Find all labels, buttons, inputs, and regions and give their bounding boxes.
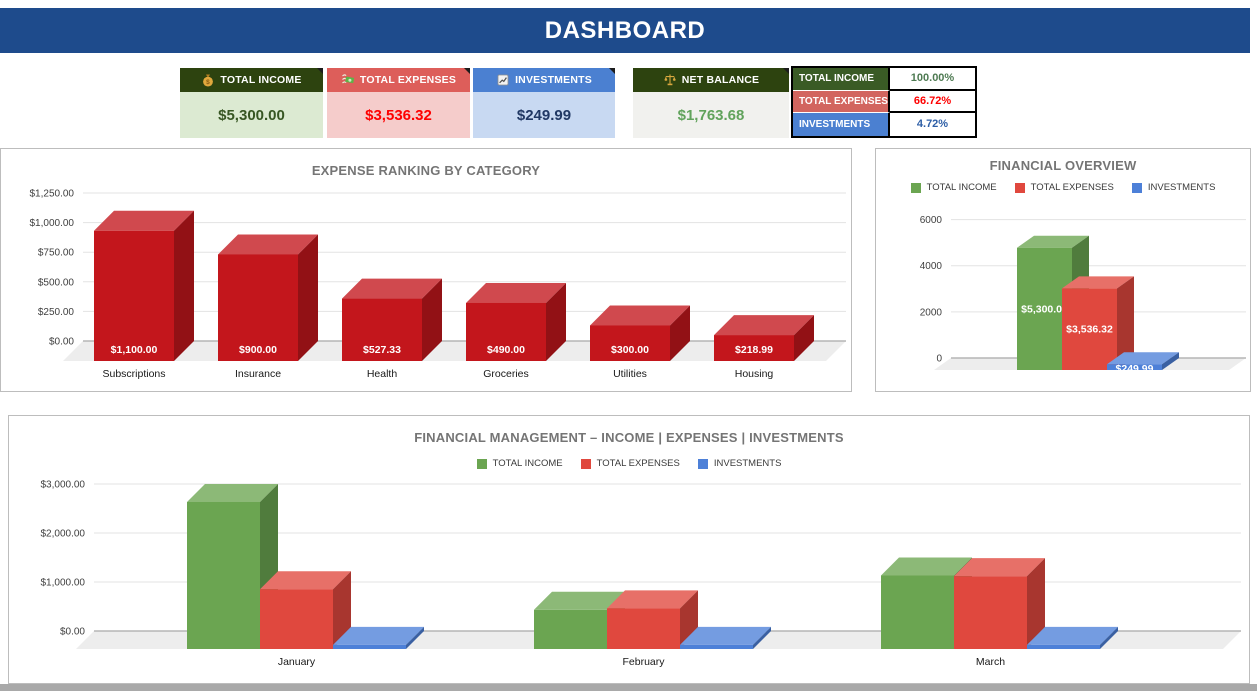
- svg-text:Utilities: Utilities: [613, 368, 647, 380]
- ratio-label-cell[interactable]: TOTAL INCOME: [793, 68, 890, 91]
- svg-text:$2,000.00: $2,000.00: [41, 529, 86, 540]
- kpi-label: NET BALANCE: [682, 74, 759, 86]
- svg-text:4000: 4000: [920, 261, 943, 272]
- svg-text:Subscriptions: Subscriptions: [102, 368, 165, 380]
- svg-text:January: January: [278, 656, 316, 668]
- kpi-header: INVESTMENTS: [473, 68, 615, 92]
- svg-text:Health: Health: [367, 368, 398, 380]
- kpi-card-total-expenses[interactable]: TOTAL EXPENSES $3,536.32: [327, 68, 470, 138]
- chart-up-icon: [496, 73, 510, 87]
- dashboard-page: DASHBOARD $ TOTAL INCOME $5,300.00 TOTAL…: [0, 0, 1257, 691]
- monthly-legend: TOTAL INCOME TOTAL EXPENSES INVESTMENTS: [9, 458, 1249, 469]
- svg-text:$218.99: $218.99: [735, 344, 773, 356]
- kpi-label: TOTAL INCOME: [220, 74, 301, 86]
- kpi-label: TOTAL EXPENSES: [360, 74, 456, 86]
- svg-text:$3,536.32: $3,536.32: [1066, 324, 1113, 336]
- chart-title: EXPENSE RANKING BY CATEGORY: [1, 163, 851, 178]
- svg-text:$0.00: $0.00: [49, 337, 74, 348]
- scales-icon: [663, 73, 677, 87]
- kpi-header: $ TOTAL INCOME: [180, 68, 323, 92]
- svg-text:$250.00: $250.00: [38, 307, 75, 318]
- chart-title: FINANCIAL OVERVIEW: [876, 158, 1250, 173]
- kpi-value: $3,536.32: [365, 107, 432, 124]
- legend-swatch-icon: [477, 459, 487, 469]
- kpi-value: $5,300.00: [218, 107, 285, 124]
- svg-text:6000: 6000: [920, 215, 943, 226]
- legend-swatch-icon: [1132, 183, 1142, 193]
- chart-title: FINANCIAL MANAGEMENT – INCOME | EXPENSES…: [9, 430, 1249, 445]
- dashboard-title-bar: DASHBOARD: [0, 8, 1250, 53]
- money-bag-icon: $: [201, 73, 215, 87]
- ratio-value-cell[interactable]: 100.00%: [890, 68, 975, 91]
- legend-swatch-icon: [911, 183, 921, 193]
- svg-text:$750.00: $750.00: [38, 248, 75, 259]
- svg-text:$: $: [207, 79, 211, 86]
- note-marker-icon: [609, 68, 615, 74]
- kpi-value: $249.99: [517, 107, 571, 124]
- ratio-value-cell[interactable]: 4.72%: [890, 113, 975, 136]
- note-marker-icon: [317, 68, 323, 74]
- financial-management-chart[interactable]: $0.00 $1,000.00 $2,000.00 $3,000.00 January F…: [9, 416, 1249, 683]
- svg-text:$0.00: $0.00: [60, 627, 85, 638]
- ratio-table: TOTAL INCOME 100.00% TOTAL EXPENSES 66.7…: [791, 66, 977, 138]
- flying-money-icon: [341, 73, 355, 87]
- note-marker-icon: [464, 68, 470, 74]
- svg-text:$3,000.00: $3,000.00: [41, 480, 86, 491]
- kpi-label: INVESTMENTS: [515, 74, 592, 86]
- svg-text:$490.00: $490.00: [487, 344, 525, 356]
- svg-text:$1,000.00: $1,000.00: [41, 578, 86, 589]
- table-row: INVESTMENTS 4.72%: [793, 113, 975, 136]
- svg-text:2000: 2000: [920, 307, 943, 318]
- kpi-card-investments[interactable]: INVESTMENTS $249.99: [473, 68, 615, 138]
- svg-text:Groceries: Groceries: [483, 368, 529, 380]
- svg-text:0: 0: [936, 354, 942, 365]
- svg-text:February: February: [622, 656, 665, 668]
- legend-swatch-icon: [1015, 183, 1025, 193]
- svg-text:$249.99: $249.99: [1116, 363, 1154, 375]
- legend-swatch-icon: [698, 459, 708, 469]
- svg-text:$900.00: $900.00: [239, 344, 277, 356]
- kpi-value: $1,763.68: [678, 107, 745, 124]
- table-row: TOTAL EXPENSES 66.72%: [793, 91, 975, 114]
- svg-text:$300.00: $300.00: [611, 344, 649, 356]
- svg-text:$1,000.00: $1,000.00: [30, 218, 75, 229]
- table-row: TOTAL INCOME 100.00%: [793, 68, 975, 91]
- kpi-card-net-balance[interactable]: NET BALANCE $1,763.68: [633, 68, 789, 138]
- ratio-label-cell[interactable]: INVESTMENTS: [793, 113, 890, 136]
- svg-text:Insurance: Insurance: [235, 368, 281, 380]
- footer-strip: [0, 684, 1257, 691]
- overview-legend: TOTAL INCOME TOTAL EXPENSES INVESTMENTS: [876, 182, 1250, 193]
- kpi-header: TOTAL EXPENSES: [327, 68, 470, 92]
- financial-overview-panel: 0 2000 4000 6000 $5,300.00 $3,536.32 $249.99 F…: [875, 148, 1251, 392]
- ratio-label-cell[interactable]: TOTAL EXPENSES: [793, 91, 890, 114]
- legend-item: TOTAL INCOME: [911, 182, 997, 193]
- kpi-header: NET BALANCE: [633, 68, 789, 92]
- legend-item: TOTAL INCOME: [477, 458, 563, 469]
- legend-item: TOTAL EXPENSES: [581, 458, 680, 469]
- svg-text:$5,300.00: $5,300.00: [1021, 303, 1068, 315]
- svg-text:March: March: [976, 656, 1005, 668]
- legend-item: TOTAL EXPENSES: [1015, 182, 1114, 193]
- svg-text:$527.33: $527.33: [363, 344, 401, 356]
- page-title: DASHBOARD: [545, 17, 706, 45]
- expense-ranking-panel: $0.00 $250.00 $500.00 $750.00 $1,000.00 $1,25…: [0, 148, 852, 392]
- expense-ranking-chart[interactable]: $0.00 $250.00 $500.00 $750.00 $1,000.00 $1,25…: [1, 149, 851, 391]
- svg-text:$500.00: $500.00: [38, 277, 75, 288]
- svg-text:$1,250.00: $1,250.00: [30, 189, 75, 200]
- note-marker-icon: [783, 68, 789, 74]
- kpi-card-total-income[interactable]: $ TOTAL INCOME $5,300.00: [180, 68, 323, 138]
- svg-text:Housing: Housing: [735, 368, 774, 380]
- svg-text:$1,100.00: $1,100.00: [111, 344, 158, 356]
- legend-swatch-icon: [581, 459, 591, 469]
- legend-item: INVESTMENTS: [698, 458, 782, 469]
- legend-item: INVESTMENTS: [1132, 182, 1216, 193]
- ratio-value-cell[interactable]: 66.72%: [890, 91, 975, 114]
- financial-management-panel: $0.00 $1,000.00 $2,000.00 $3,000.00 January F…: [8, 415, 1250, 684]
